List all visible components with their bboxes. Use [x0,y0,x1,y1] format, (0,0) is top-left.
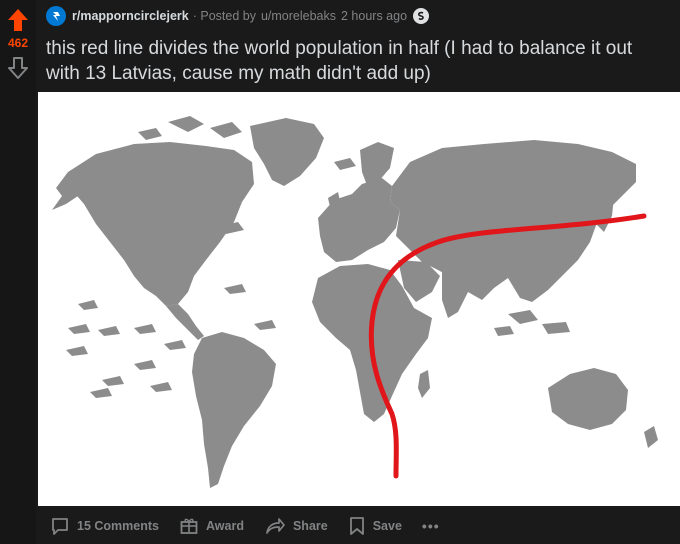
post-title-line-2: with 13 Latvias, cause my math didn't ad… [46,63,431,84]
post-action-bar: 15 Comments Award Share Save ••• [50,512,460,540]
award-label: Award [205,519,244,533]
share-arrow-icon [266,518,285,534]
arrow-down-icon[interactable] [7,56,29,80]
scandinavia-land [360,142,394,188]
save-label: Save [372,519,402,533]
post-time: 2 hours ago [341,9,408,23]
latvia-blob-10 [102,376,124,386]
new-zealand-land [644,426,658,448]
post-title[interactable]: this red line divides the world populati… [46,36,680,86]
arctic-island-1 [168,116,204,132]
subreddit-icon[interactable] [46,6,66,26]
madagascar-land [418,370,430,398]
comments-label: 15 Comments [77,519,159,533]
vote-score: 462 [7,36,29,50]
world-map [52,116,658,488]
post-image[interactable] [38,92,680,506]
sea-island-1 [508,310,538,324]
author-link[interactable]: u/morelebaks [261,9,336,23]
iceland-land [334,158,356,170]
latvia-blob-9 [134,360,156,370]
europe-land [318,178,400,262]
latvia-blob-8 [164,340,186,350]
latvia-blob-13 [224,284,246,294]
latvia-blob-5 [134,324,156,334]
sea-island-3 [494,326,514,336]
latvia-blob-11 [90,388,112,398]
arctic-island-2 [210,122,242,138]
silver-award-icon[interactable] [413,8,430,24]
latvia-blob-7 [66,346,88,356]
gift-icon [180,518,198,534]
latvia-blob-3 [68,324,90,334]
world-map-land [52,116,658,488]
save-button[interactable]: Save [348,516,402,536]
comments-button[interactable]: 15 Comments [50,516,159,536]
subreddit-link[interactable]: r/mapporncirclejerk [72,9,189,23]
arrow-up-icon[interactable] [7,8,29,32]
latvia-blob-12 [150,382,172,392]
central-america-land [166,304,204,340]
australia-land [548,368,628,430]
post-title-line-1: this red line divides the world populati… [46,38,633,59]
greenland-land [250,118,324,186]
more-options-button[interactable]: ••• [422,518,440,534]
more-options-icon: ••• [421,518,440,534]
share-button[interactable]: Share [264,516,328,536]
latvia-blob-6 [254,320,276,330]
vote-column: 462 [0,0,36,544]
posted-by-label: · Posted by [192,9,256,23]
south-america-land [192,332,276,488]
latvia-blob-4 [98,326,120,336]
award-button[interactable]: Award [179,516,244,536]
comment-bubble-icon [52,518,68,535]
arctic-island-3 [138,128,162,140]
sea-island-2 [542,322,570,334]
post-header: r/mapporncirclejerk · Posted by u/morele… [46,6,430,26]
north-america-land [68,142,254,306]
latvia-blob-2 [78,300,98,310]
share-label: Share [292,519,328,533]
bookmark-icon [349,517,364,535]
